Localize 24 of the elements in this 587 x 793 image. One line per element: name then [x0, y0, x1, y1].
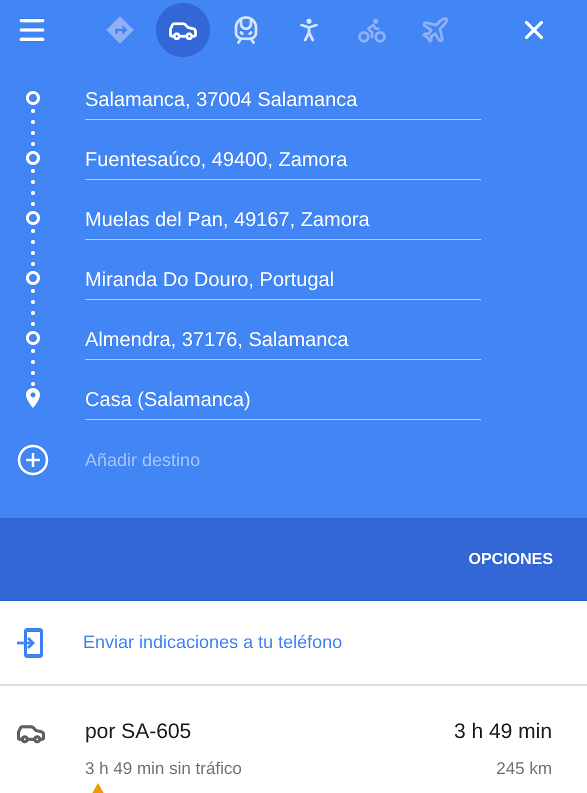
- route-option[interactable]: por SA-605 3 h 49 min 3 h 49 min sin tráfico 245 km: [0, 686, 587, 793]
- options-button[interactable]: OPCIONES: [468, 548, 553, 572]
- add-circle-icon[interactable]: [17, 444, 49, 476]
- stop-input-field[interactable]: Muelas del Pan, 49167, Zamora: [85, 196, 481, 240]
- airplane-icon: [420, 15, 450, 45]
- stop-input-field[interactable]: Almendra, 37176, Salamanca: [85, 316, 481, 360]
- add-destination-field[interactable]: Añadir destino: [85, 446, 481, 474]
- route-distance: 245 km: [496, 758, 552, 780]
- stop-input-field[interactable]: Miranda Do Douro, Portugal: [85, 256, 481, 300]
- duration-without-traffic: 3 h 49 min sin tráfico: [85, 758, 242, 780]
- route-name: por SA-605: [85, 719, 192, 745]
- dotted-connector: [31, 169, 35, 207]
- send-to-phone-icon[interactable]: [17, 628, 43, 658]
- stop-input-field[interactable]: Salamanca, 37004 Salamanca: [85, 76, 481, 120]
- stop-input-field[interactable]: Fuentesaúco, 49400, Zamora: [85, 136, 481, 180]
- stop-input-field[interactable]: Casa (Salamanca): [85, 376, 481, 420]
- dotted-connector: [31, 109, 35, 147]
- dotted-connector: [31, 229, 35, 267]
- dotted-connector: [31, 349, 35, 387]
- travel-mode-tab[interactable]: [156, 3, 210, 57]
- dotted-connector: [31, 289, 35, 327]
- directions-icon: [105, 15, 135, 45]
- route-duration: 3 h 49 min: [454, 719, 552, 745]
- send-directions-link[interactable]: Enviar indicaciones a tu teléfono: [83, 629, 342, 656]
